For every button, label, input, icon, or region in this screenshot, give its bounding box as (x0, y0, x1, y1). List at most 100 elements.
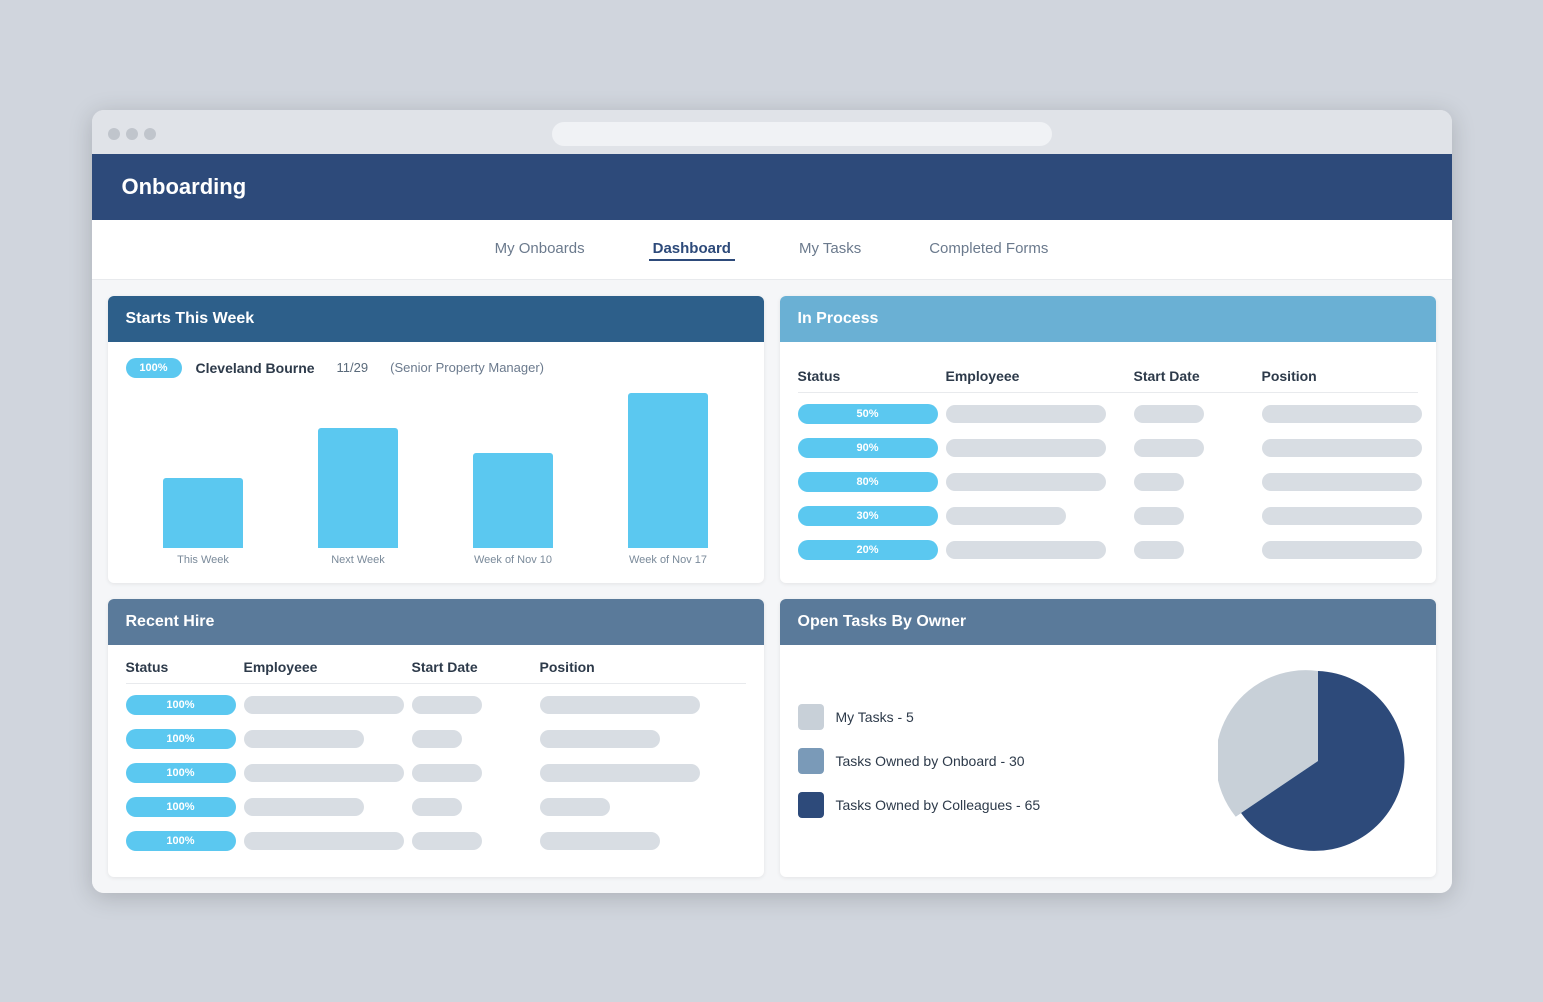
browser-dots (108, 128, 156, 140)
rh-employee-4 (244, 798, 364, 816)
bar-label-this-week: This Week (177, 554, 229, 566)
rh-date-2 (412, 730, 462, 748)
bar-label-next-week: Next Week (331, 554, 385, 566)
tab-my-tasks[interactable]: My Tasks (795, 238, 865, 261)
rh-employee-1 (244, 696, 404, 714)
legend-my-tasks-label: My Tasks - 5 (836, 709, 914, 725)
recent-hire-body: Status Employeee Start Date Position 100… (108, 645, 764, 872)
bar-label-nov10: Week of Nov 10 (474, 554, 552, 566)
legend-onboard-tasks: Tasks Owned by Onboard - 30 (798, 748, 1194, 774)
ip-status-2: 90% (798, 438, 938, 458)
card-starts-this-week: Starts This Week 100% Cleveland Bourne 1… (108, 296, 764, 583)
in-process-header: In Process (780, 296, 1436, 342)
rh-date-5 (412, 832, 482, 850)
ip-employee-4 (946, 507, 1066, 525)
ip-position-4 (1262, 507, 1422, 525)
starts-this-week-header: Starts This Week (108, 296, 764, 342)
in-process-row-4: 30% (798, 499, 1418, 533)
rh-col-status: Status (126, 659, 236, 675)
ip-employee-1 (946, 405, 1106, 423)
rh-position-5 (540, 832, 660, 850)
rh-col-position: Position (540, 659, 700, 675)
rh-date-3 (412, 764, 482, 782)
legend-my-tasks: My Tasks - 5 (798, 704, 1194, 730)
ip-status-4: 30% (798, 506, 938, 526)
rh-col-employee: Employeee (244, 659, 404, 675)
pie-svg (1218, 661, 1418, 861)
ip-date-1 (1134, 405, 1204, 423)
app-header: Onboarding (92, 154, 1452, 220)
ip-employee-2 (946, 439, 1106, 457)
ip-employee-5 (946, 541, 1106, 559)
ip-date-4 (1134, 507, 1184, 525)
in-process-row-1: 50% (798, 397, 1418, 431)
rh-date-1 (412, 696, 482, 714)
ip-position-2 (1262, 439, 1422, 457)
tab-completed-forms[interactable]: Completed Forms (925, 238, 1052, 261)
rh-position-4 (540, 798, 610, 816)
swatch-onboard-tasks (798, 748, 824, 774)
rh-employee-5 (244, 832, 404, 850)
dot-green (144, 128, 156, 140)
bar-label-nov17: Week of Nov 17 (629, 554, 707, 566)
card-recent-hire: Recent Hire Status Employeee Start Date … (108, 599, 764, 877)
open-tasks-body: My Tasks - 5 Tasks Owned by Onboard - 30… (780, 645, 1436, 877)
browser-window: Onboarding My Onboards Dashboard My Task… (92, 110, 1452, 893)
ip-date-3 (1134, 473, 1184, 491)
ip-status-1: 50% (798, 404, 938, 424)
bar-group-nov17: Week of Nov 17 (601, 393, 736, 566)
bar-group-next-week: Next Week (291, 428, 426, 566)
col-start-date: Start Date (1134, 368, 1254, 384)
ip-employee-3 (946, 473, 1106, 491)
bar-this-week (163, 478, 243, 548)
recent-hire-header: Recent Hire (108, 599, 764, 645)
ip-date-5 (1134, 541, 1184, 559)
tab-my-onboards[interactable]: My Onboards (491, 238, 589, 261)
ip-status-3: 80% (798, 472, 938, 492)
employee-role: (Senior Property Manager) (390, 360, 544, 375)
in-process-row-3: 80% (798, 465, 1418, 499)
rh-row-5: 100% (126, 824, 746, 858)
swatch-colleague-tasks (798, 792, 824, 818)
employee-progress: 100% (126, 358, 182, 378)
employee-date: 11/29 (337, 360, 369, 375)
in-process-table-header: Status Employeee Start Date Position (798, 358, 1418, 393)
rh-employee-2 (244, 730, 364, 748)
col-position: Position (1262, 368, 1436, 384)
legend-colleague-tasks-label: Tasks Owned by Colleagues - 65 (836, 797, 1041, 813)
in-process-row-2: 90% (798, 431, 1418, 465)
rh-status-2: 100% (126, 729, 236, 749)
dot-yellow (126, 128, 138, 140)
ip-position-3 (1262, 473, 1422, 491)
employee-row: 100% Cleveland Bourne 11/29 (Senior Prop… (126, 358, 746, 378)
rh-row-3: 100% (126, 756, 746, 790)
rh-employee-3 (244, 764, 404, 782)
bar-next-week (318, 428, 398, 548)
rh-position-2 (540, 730, 660, 748)
rh-status-3: 100% (126, 763, 236, 783)
col-employee: Employeee (946, 368, 1126, 384)
legend-colleague-tasks: Tasks Owned by Colleagues - 65 (798, 792, 1194, 818)
dot-red (108, 128, 120, 140)
rh-table-header: Status Employeee Start Date Position (126, 659, 746, 684)
address-bar[interactable] (552, 122, 1052, 146)
legend-onboard-tasks-label: Tasks Owned by Onboard - 30 (836, 753, 1025, 769)
rh-position-3 (540, 764, 700, 782)
app-title: Onboarding (122, 174, 247, 199)
tab-dashboard[interactable]: Dashboard (649, 238, 735, 261)
dashboard: Starts This Week 100% Cleveland Bourne 1… (92, 280, 1452, 893)
browser-chrome (92, 110, 1452, 154)
card-open-tasks: Open Tasks By Owner My Tasks - 5 Tasks O… (780, 599, 1436, 877)
open-tasks-header: Open Tasks By Owner (780, 599, 1436, 645)
rh-row-1: 100% (126, 688, 746, 722)
in-process-body: Status Employeee Start Date Position 50% (780, 342, 1436, 583)
employee-name: Cleveland Bourne (196, 360, 315, 376)
card-in-process: In Process Status Employeee Start Date P… (780, 296, 1436, 583)
ip-position-5 (1262, 541, 1422, 559)
rh-status-1: 100% (126, 695, 236, 715)
rh-status-4: 100% (126, 797, 236, 817)
in-process-row-5: 20% (798, 533, 1418, 567)
app-body: My Onboards Dashboard My Tasks Completed… (92, 220, 1452, 893)
ip-date-2 (1134, 439, 1204, 457)
rh-status-5: 100% (126, 831, 236, 851)
